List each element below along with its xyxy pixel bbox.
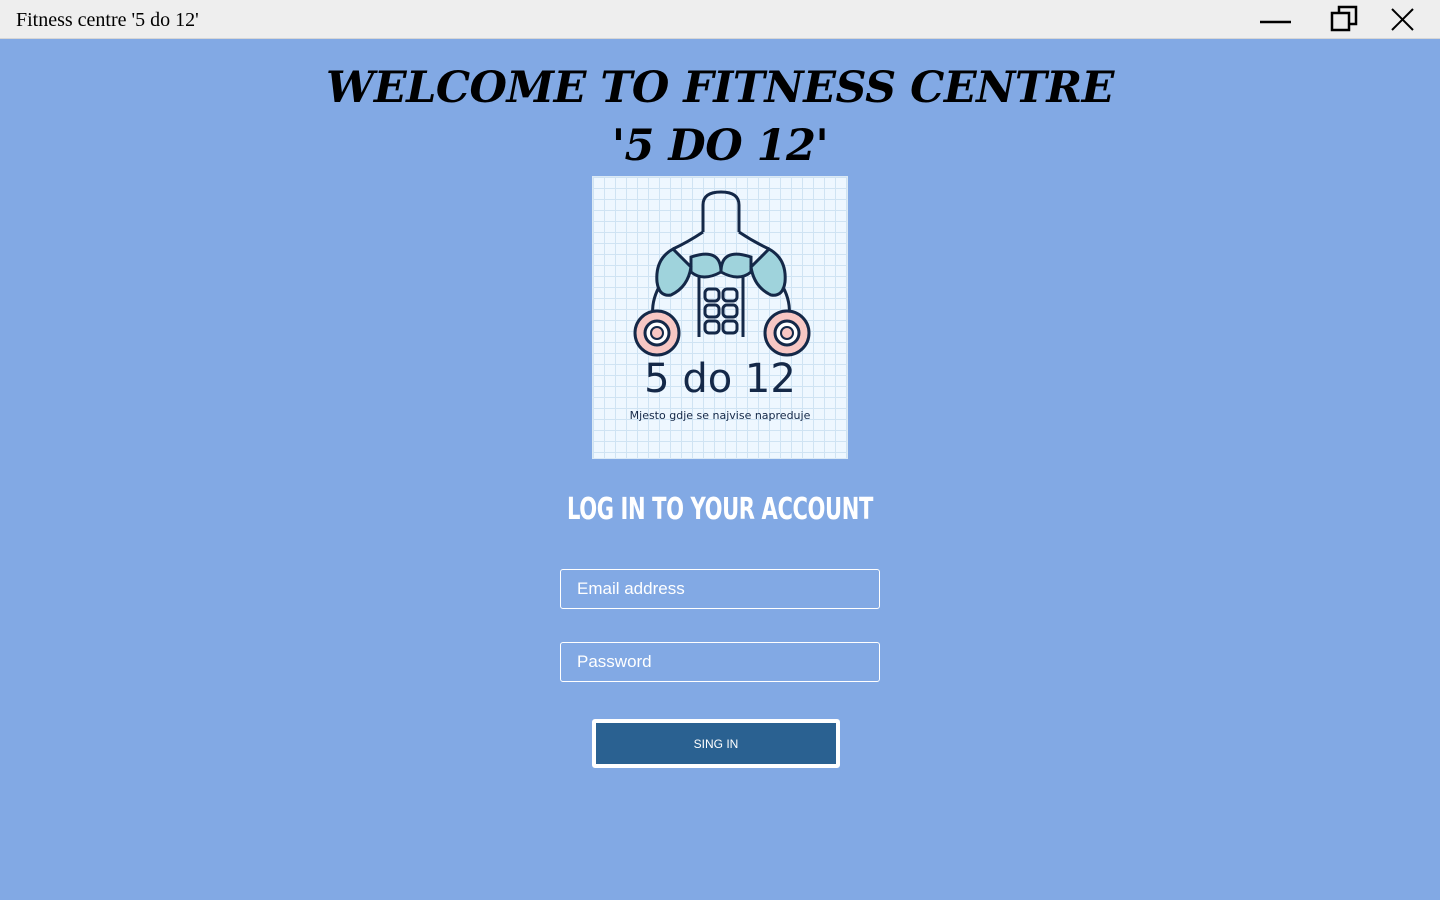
minimize-button[interactable] [1246, 0, 1306, 39]
window-title: Fitness centre '5 do 12' [16, 9, 199, 31]
logo-title: 5 do 12 [644, 356, 796, 402]
close-icon [1391, 8, 1414, 31]
password-field[interactable] [560, 642, 880, 682]
welcome-line-1: WELCOME TO FITNESS CENTRE [326, 63, 1114, 113]
restore-button[interactable] [1314, 0, 1374, 39]
bodybuilder-icon [633, 190, 811, 357]
login-heading: LOG IN TO YOUR ACCOUNT [567, 492, 873, 527]
sign-in-button[interactable]: SING IN [592, 719, 840, 768]
logo-subtitle: Mjesto gdje se najvise napreduje [629, 409, 811, 422]
gym-logo: 5 do 12 Mjesto gdje se najvise napreduje [592, 176, 848, 459]
minimize-icon [1260, 20, 1291, 24]
welcome-line-2: '5 DO 12' [611, 121, 829, 171]
login-screen: WELCOME TO FITNESS CENTRE '5 DO 12' 5 do… [0, 39, 1440, 900]
restore-icon [1330, 5, 1358, 32]
email-field[interactable] [560, 569, 880, 609]
close-button[interactable] [1373, 0, 1433, 39]
window-titlebar: Fitness centre '5 do 12' [0, 0, 1440, 39]
welcome-heading: WELCOME TO FITNESS CENTRE '5 DO 12' [0, 59, 1440, 175]
